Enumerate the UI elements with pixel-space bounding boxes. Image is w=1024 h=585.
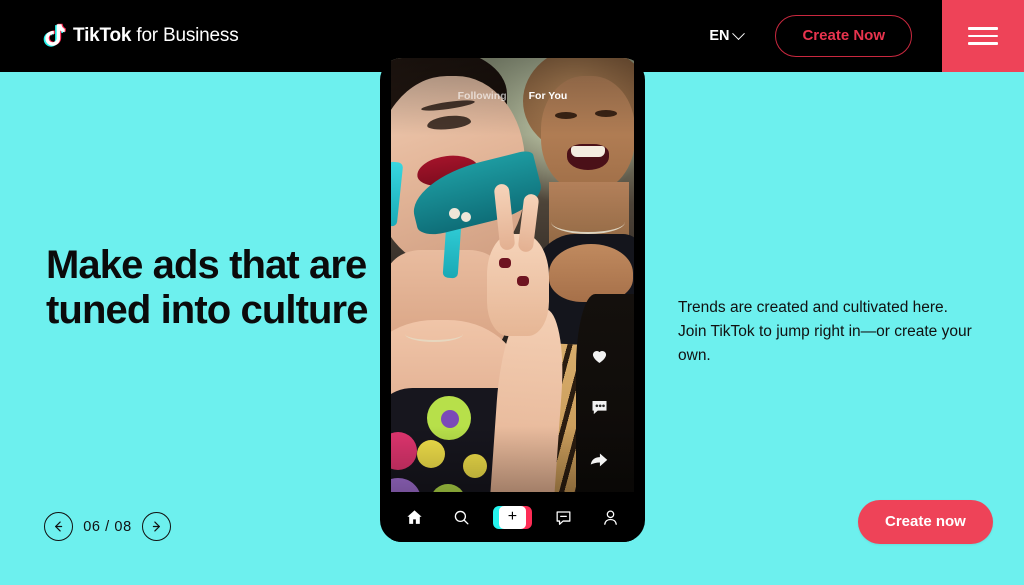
nav-discover[interactable] — [449, 504, 475, 530]
header-actions: EN Create Now — [709, 0, 1024, 72]
home-icon — [407, 509, 422, 524]
share-icon — [590, 453, 608, 467]
language-selector[interactable]: EN — [709, 26, 746, 44]
brand-name-light: for Business — [131, 25, 239, 46]
hamburger-bar — [968, 34, 998, 38]
phone-screen: Following For You + — [391, 58, 634, 542]
tiktok-for-business-hero-page: TikTok for Business EN Create Now Make a… — [0, 0, 1024, 585]
comment-button[interactable] — [584, 392, 614, 422]
language-label: EN — [709, 28, 730, 44]
nav-inbox[interactable] — [550, 504, 576, 530]
hamburger-bar — [968, 27, 998, 30]
brand-wordmark: TikTok for Business — [73, 25, 239, 47]
brand-logo[interactable]: TikTok for Business — [42, 23, 239, 49]
carousel-next-button[interactable] — [142, 512, 171, 541]
search-icon — [455, 510, 469, 525]
arrow-left-icon — [55, 521, 63, 532]
hamburger-bar — [968, 42, 998, 45]
nav-home[interactable] — [402, 504, 428, 530]
tiktok-note-icon — [42, 23, 66, 49]
nav-profile[interactable] — [597, 504, 623, 530]
share-button[interactable] — [584, 444, 614, 474]
carousel-controls: 06 / 08 — [44, 512, 171, 541]
hero-body-text: Trends are created and cultivated here. … — [678, 299, 972, 365]
like-button[interactable] — [584, 340, 614, 370]
hamburger-menu-icon[interactable] — [942, 0, 1024, 72]
heart-icon — [592, 350, 606, 363]
carousel-counter: 06 / 08 — [83, 518, 132, 535]
tab-for-you[interactable]: For You — [529, 90, 568, 102]
tab-following[interactable]: Following — [458, 90, 507, 102]
brand-name-bold: TikTok — [73, 25, 132, 46]
comment-icon — [592, 400, 606, 414]
carousel-prev-button[interactable] — [44, 512, 73, 541]
video-feed-tabs: Following For You — [391, 90, 634, 102]
create-now-header-button[interactable]: Create Now — [775, 15, 912, 57]
arrow-right-icon — [152, 521, 160, 532]
hero-headline: Make ads that are tuned into culture — [46, 243, 368, 332]
chevron-down-icon — [732, 26, 746, 40]
inbox-icon — [556, 510, 571, 525]
person-icon — [604, 510, 617, 525]
phone-bottom-nav: + — [391, 492, 634, 542]
plus-icon: + — [498, 505, 526, 529]
create-now-cta-button[interactable]: Create now — [858, 500, 993, 544]
nav-create[interactable]: + — [492, 505, 532, 529]
video-action-rail — [584, 340, 620, 496]
phone-mockup: Following For You + — [380, 58, 645, 542]
